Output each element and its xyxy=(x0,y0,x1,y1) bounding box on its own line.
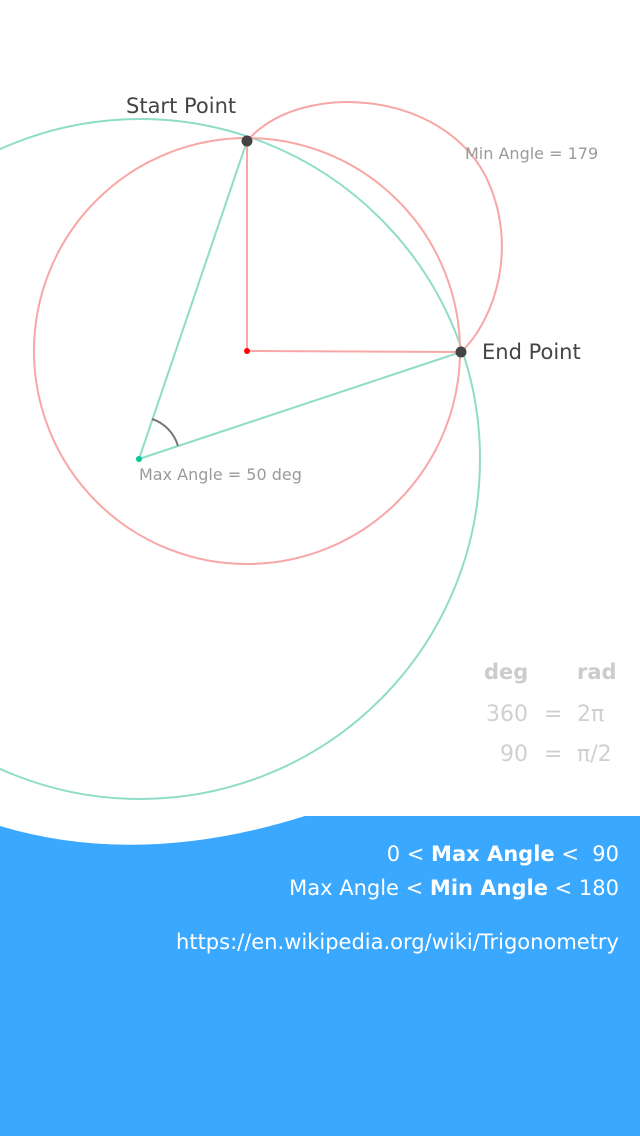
start-point-label: Start Point xyxy=(126,94,236,118)
constraint-1-max-angle: Max Angle xyxy=(431,842,555,866)
start-point-dot[interactable] xyxy=(241,135,253,147)
min-angle-label: Min Angle = 179 xyxy=(465,144,598,163)
max-angle-indicator xyxy=(151,418,179,447)
app-screen: Start Point End Point Min Angle = 179 Ma… xyxy=(0,0,640,1136)
constraint-1-suffix: < 90 xyxy=(555,842,619,866)
green-line-to-end xyxy=(138,351,462,460)
table-row-2-equals: = xyxy=(544,742,562,767)
table-header-deg: deg xyxy=(484,660,528,684)
table-row-2-deg: 90 xyxy=(500,742,528,767)
red-center-dot xyxy=(244,348,250,354)
red-radius-horizontal xyxy=(246,350,462,353)
green-line-to-start xyxy=(138,140,248,460)
table-row-1-equals: = xyxy=(544,702,562,727)
max-angle-label: Max Angle = 50 deg xyxy=(139,465,302,484)
constraint-2-min-angle: Min Angle xyxy=(430,876,548,900)
end-point-label: End Point xyxy=(482,340,581,364)
table-row-2-rad: π/2 xyxy=(577,742,612,767)
trigonometry-diagram: Start Point End Point Min Angle = 179 Ma… xyxy=(0,94,640,1136)
table-row-1-rad: 2π xyxy=(577,702,604,727)
constraint-line-1: 0 < Max Angle < 90 xyxy=(387,842,619,866)
constraint-line-2: Max Angle < Min Angle < 180 xyxy=(289,876,619,900)
green-center-dot xyxy=(136,456,142,462)
max-angle-circle xyxy=(0,118,481,800)
constraint-2-suffix: < 180 xyxy=(548,876,619,900)
end-point-dot[interactable] xyxy=(455,346,467,358)
min-angle-arc xyxy=(246,101,503,353)
table-row-1-deg: 360 xyxy=(486,702,528,727)
constraint-2-prefix: Max Angle < xyxy=(289,876,430,900)
constraint-1-prefix: 0 < xyxy=(387,842,431,866)
wikipedia-link[interactable]: https://en.wikipedia.org/wiki/Trigonomet… xyxy=(176,930,619,954)
table-header-rad: rad xyxy=(577,660,617,684)
